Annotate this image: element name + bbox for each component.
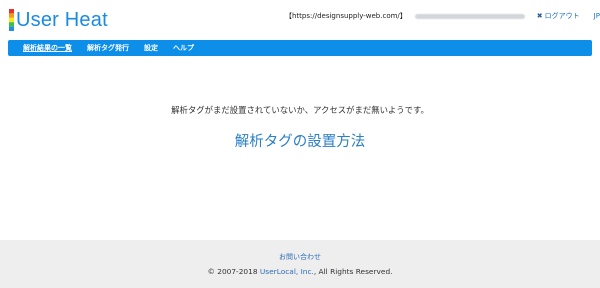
nav-help[interactable]: ヘルプ [173, 43, 194, 53]
nav-settings[interactable]: 設定 [144, 43, 158, 53]
brand-logo[interactable]: User Heat [9, 8, 108, 32]
language-selector[interactable]: JP ▼ [594, 12, 600, 20]
tag-setup-link[interactable]: 解析タグの設置方法 [0, 130, 600, 151]
redacted-email [414, 13, 525, 19]
main-nav: 解析結果の一覧 解析タグ発行 設定 ヘルプ [8, 40, 592, 56]
close-icon: ✖ [536, 12, 543, 20]
account-bar: 【https://designsupply-web.com/】 ✖ ログアウト … [285, 11, 600, 21]
contact-link[interactable]: お問い合わせ [0, 252, 600, 262]
language-label: JP [593, 12, 600, 20]
copyright-prefix: © 2007-2018 [207, 267, 260, 276]
nav-analysis-results[interactable]: 解析結果の一覧 [23, 43, 72, 53]
copyright-suffix: , All Rights Reserved. [313, 267, 393, 276]
nav-issue-tag[interactable]: 解析タグ発行 [87, 43, 129, 53]
logout-label: ログアウト [544, 12, 580, 20]
site-url: 【https://designsupply-web.com/】 [285, 12, 407, 20]
logo-color-bar-icon [9, 9, 14, 31]
copyright: © 2007-2018 UserLocal, Inc., All Rights … [0, 267, 600, 276]
company-link[interactable]: UserLocal, Inc. [260, 267, 314, 276]
logout-link[interactable]: ✖ ログアウト [537, 11, 580, 21]
brand-name: User Heat [16, 8, 108, 31]
no-data-notice: 解析タグがまだ設置されていないか、アクセスがまだ無いようです。 [171, 105, 429, 115]
footer: お問い合わせ © 2007-2018 UserLocal, Inc., All … [0, 240, 600, 288]
